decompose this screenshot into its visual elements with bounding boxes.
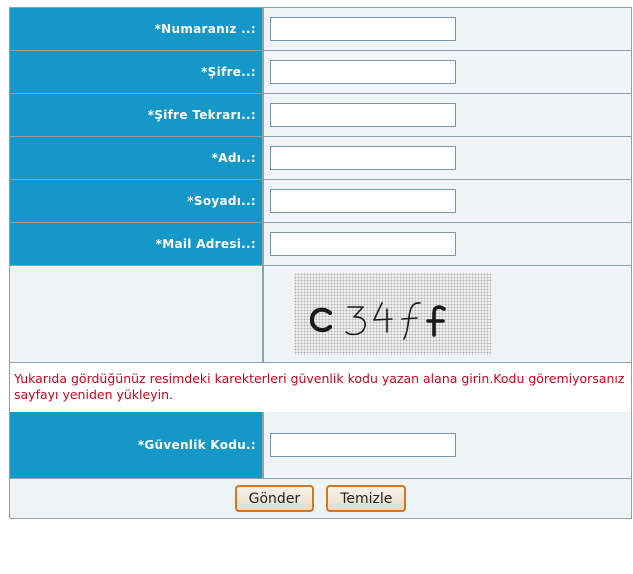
sifre-field-cell <box>264 51 631 93</box>
sifre-tekrar-field-cell <box>264 94 631 136</box>
captcha-glyphs <box>309 302 446 340</box>
captcha-char-3 <box>345 306 366 336</box>
soyadi-field-cell <box>264 180 631 222</box>
soyadi-input[interactable] <box>270 189 456 213</box>
form-row-numara: *Numaranız ..: <box>10 8 631 51</box>
captcha-char-f1 <box>401 302 421 340</box>
form-row-sifre: *Şifre..: <box>10 51 631 94</box>
captcha-image <box>294 273 491 355</box>
captcha-instruction: Yukarıda gördüğünüz resimdeki karekterle… <box>10 363 631 412</box>
sifre-input[interactable] <box>270 60 456 84</box>
adi-label: *Adı..: <box>10 137 264 179</box>
reset-button[interactable]: Temizle <box>326 485 407 512</box>
adi-input[interactable] <box>270 146 456 170</box>
mail-input[interactable] <box>270 232 456 256</box>
form-row-guvenlik-kodu: *Güvenlik Kodu.: <box>10 412 631 479</box>
form-buttons: Gönder Temizle <box>10 479 631 518</box>
numara-label: *Numaranız ..: <box>10 8 264 50</box>
submit-button[interactable]: Gönder <box>234 485 315 512</box>
captcha-row <box>10 266 631 363</box>
mail-field-cell <box>264 223 631 265</box>
form-row-adi: *Adı..: <box>10 137 631 180</box>
form-row-mail: *Mail Adresi..: <box>10 223 631 266</box>
guvenlik-kodu-label: *Güvenlik Kodu.: <box>10 412 264 478</box>
registration-form: *Numaranız ..: *Şifre..: *Şifre Tekrarı.… <box>9 7 632 519</box>
guvenlik-kodu-input[interactable] <box>270 433 456 457</box>
adi-field-cell <box>264 137 631 179</box>
numara-field-cell <box>264 8 631 50</box>
guvenlik-kodu-field-cell <box>264 412 631 478</box>
numara-input[interactable] <box>270 17 456 41</box>
captcha-cell <box>264 266 631 362</box>
form-row-soyadi: *Soyadı..: <box>10 180 631 223</box>
captcha-label-cell <box>10 266 264 362</box>
sifre-tekrar-input[interactable] <box>270 103 456 127</box>
sifre-label: *Şifre..: <box>10 51 264 93</box>
captcha-char-f2 <box>426 305 446 337</box>
captcha-char-c <box>309 307 333 333</box>
form-row-sifre-tekrar: *Şifre Tekrarı..: <box>10 94 631 137</box>
captcha-char-4 <box>373 302 393 333</box>
soyadi-label: *Soyadı..: <box>10 180 264 222</box>
sifre-tekrar-label: *Şifre Tekrarı..: <box>10 94 264 136</box>
mail-label: *Mail Adresi..: <box>10 223 264 265</box>
